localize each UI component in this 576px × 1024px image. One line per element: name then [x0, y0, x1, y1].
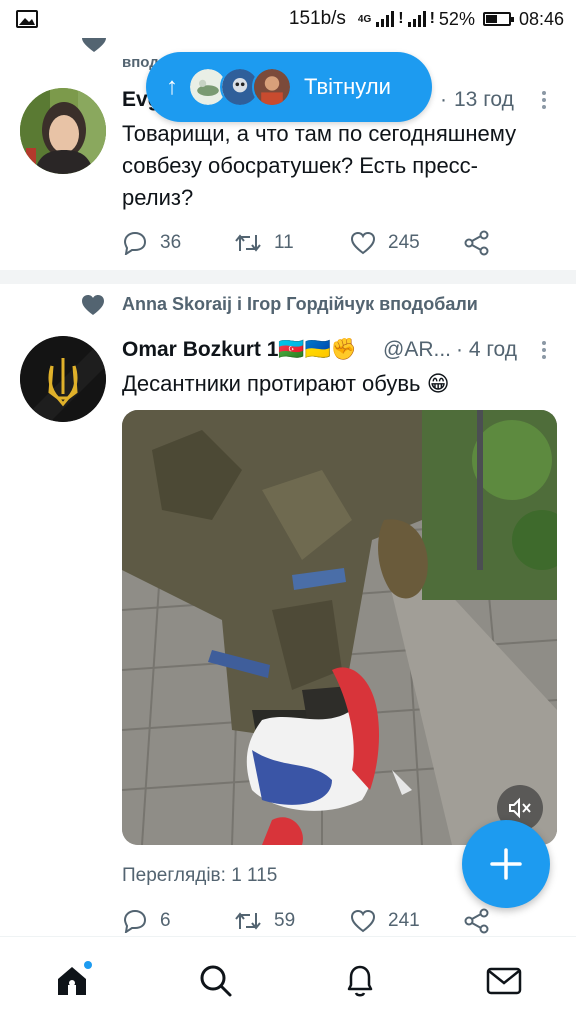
- heart-icon: [82, 295, 104, 315]
- avatar[interactable]: [20, 88, 106, 174]
- messages-envelope-icon: [486, 967, 522, 994]
- author-name[interactable]: Omar Bozkurt 1🇦🇿🇺🇦✊: [122, 338, 357, 362]
- views-count: Переглядів: 1 115: [122, 865, 278, 886]
- retweet-button[interactable]: 59: [234, 909, 350, 933]
- status-bar: 151b/s 4G ! ! 52% 08:46: [0, 0, 576, 38]
- heart-icon: [82, 38, 106, 52]
- reply-icon: [123, 231, 147, 255]
- retweet-count: 59: [274, 910, 296, 931]
- meta-dot: ·: [440, 88, 447, 111]
- share-button[interactable]: [464, 908, 490, 934]
- notifications-bell-icon: [347, 965, 373, 996]
- retweet-button[interactable]: 11: [234, 231, 350, 255]
- reply-count: 6: [160, 910, 171, 931]
- author-handle[interactable]: @AR...: [383, 338, 451, 362]
- tweet-text: Товарищи, а что там по сегодняшнему совб…: [122, 121, 517, 210]
- like-icon: [350, 909, 376, 933]
- search-icon: [200, 965, 232, 996]
- clock: 08:46: [518, 8, 564, 29]
- signal-icon: [376, 11, 395, 27]
- like-button[interactable]: 241: [350, 909, 464, 933]
- avatar[interactable]: [20, 336, 106, 422]
- new-tweets-pill[interactable]: ↑ Твітнули: [146, 52, 432, 122]
- reply-icon: [123, 909, 147, 933]
- more-options-icon[interactable]: [534, 88, 554, 112]
- new-tweets-label: Твітнули: [304, 74, 391, 99]
- image-icon: [16, 10, 38, 28]
- like-icon: [350, 231, 376, 255]
- trident-avatar: [20, 336, 106, 422]
- nav-messages[interactable]: [474, 951, 534, 1011]
- like-count: 245: [388, 232, 420, 253]
- avatar-photo: [20, 88, 106, 174]
- retweet-icon: [235, 234, 261, 252]
- share-button[interactable]: [464, 230, 490, 256]
- reply-count: 36: [160, 232, 182, 253]
- plus-icon: [490, 848, 522, 880]
- share-icon: [464, 908, 489, 934]
- tweet-text: Десантники протирают обувь 😁: [122, 371, 450, 396]
- retweet-icon: [235, 912, 261, 930]
- arrow-up-icon: ↑: [166, 73, 178, 100]
- reply-button[interactable]: 6: [122, 909, 234, 933]
- battery-fill: [485, 15, 497, 23]
- social-context[interactable]: Anna Skoraij і Ігор Гордійчук вподобали: [122, 294, 478, 315]
- bottom-navigation: [0, 936, 576, 1024]
- reply-button[interactable]: 36: [122, 231, 234, 255]
- signal-exclamation-2: !: [429, 10, 435, 27]
- compose-tweet-button[interactable]: [462, 820, 550, 908]
- video-frame: [122, 410, 557, 845]
- mute-icon: [509, 797, 531, 819]
- share-icon: [464, 230, 489, 256]
- pill-avatar-3: [252, 67, 292, 107]
- nav-home[interactable]: [42, 951, 102, 1011]
- battery-icon: [482, 12, 514, 26]
- signal-icon-2: [407, 11, 426, 27]
- network-type: 4G: [357, 13, 372, 25]
- signal-exclamation: !: [398, 10, 404, 27]
- nav-notifications[interactable]: [330, 951, 390, 1011]
- network-speed: 151b/s: [288, 8, 346, 29]
- timestamp: · 4 год: [456, 338, 518, 361]
- timestamp: 13 год: [454, 88, 514, 111]
- battery-percent: 52%: [438, 8, 475, 29]
- nav-search[interactable]: [186, 951, 246, 1011]
- notification-dot: [84, 960, 92, 969]
- more-options-icon[interactable]: [534, 338, 554, 362]
- retweet-count: 11: [274, 232, 294, 253]
- like-button[interactable]: 245: [350, 231, 464, 255]
- like-count: 241: [388, 910, 420, 931]
- video-media[interactable]: [122, 410, 557, 845]
